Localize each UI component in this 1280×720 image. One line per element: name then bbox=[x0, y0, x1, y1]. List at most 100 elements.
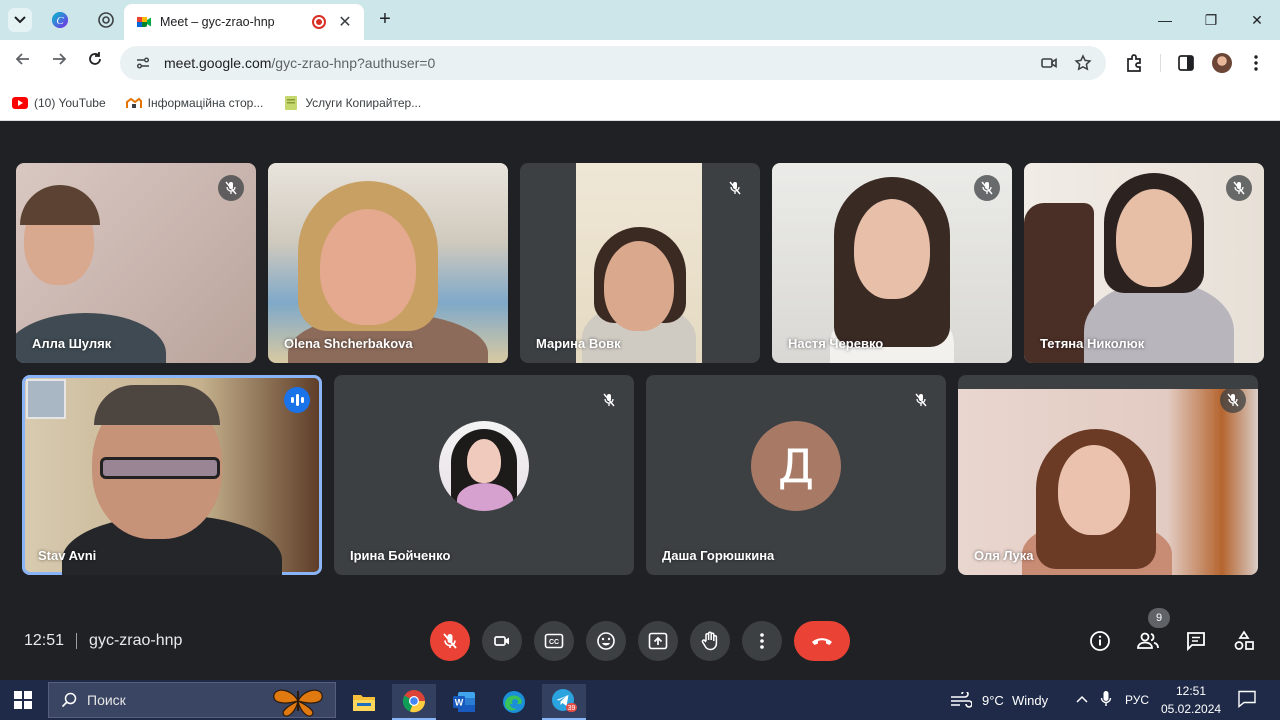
participant-letter-avatar: Д bbox=[751, 421, 841, 511]
tab-close-icon[interactable]: ✕ bbox=[336, 12, 354, 32]
word-icon: W bbox=[453, 692, 475, 712]
emoji-icon bbox=[597, 632, 615, 650]
mic-off-icon bbox=[908, 387, 934, 413]
browser-toolbar: meet.google.com/gyc-zrao-hnp?authuser=0 bbox=[0, 40, 1280, 86]
profile-avatar[interactable] bbox=[1212, 53, 1232, 73]
chevron-up-icon[interactable] bbox=[1076, 694, 1088, 704]
microphone-in-use-icon[interactable] bbox=[1100, 690, 1112, 708]
back-icon[interactable] bbox=[10, 50, 36, 76]
mic-off-icon bbox=[218, 175, 244, 201]
participant-name: Ірина Бойченко bbox=[350, 548, 451, 563]
input-language[interactable]: РУС bbox=[1125, 693, 1149, 707]
participant-name: Тетяна Николюк bbox=[1040, 336, 1145, 351]
new-tab-icon[interactable]: + bbox=[374, 8, 396, 30]
edge-icon bbox=[503, 691, 525, 713]
telegram-icon: 39 bbox=[552, 689, 577, 712]
url-text: meet.google.com/gyc-zrao-hnp?authuser=0 bbox=[164, 55, 1024, 71]
windows-start-icon[interactable] bbox=[14, 691, 32, 709]
address-bar[interactable]: meet.google.com/gyc-zrao-hnp?authuser=0 bbox=[120, 46, 1106, 80]
participant-face bbox=[854, 199, 930, 299]
svg-text:C: C bbox=[56, 15, 64, 27]
extensions-icon[interactable] bbox=[1124, 53, 1144, 73]
weather-condition[interactable]: Windy bbox=[1012, 693, 1048, 708]
page-icon bbox=[285, 96, 298, 110]
taskbar-chrome[interactable] bbox=[392, 684, 436, 720]
clock-date[interactable]: 05.02.2024 bbox=[1161, 702, 1221, 716]
bookmarks-bar: (10) YouTube Інформаційна стор... Услуги… bbox=[0, 86, 1280, 121]
participant-name: Алла Шуляк bbox=[32, 336, 112, 351]
reactions-button[interactable] bbox=[586, 621, 626, 661]
folder-icon bbox=[353, 695, 375, 711]
participant-tile[interactable]: Тетяна Николюк bbox=[1024, 163, 1264, 363]
window-close-icon[interactable]: ✕ bbox=[1242, 6, 1272, 34]
bookmark-copywriter[interactable]: Услуги Копирайтер... bbox=[283, 96, 421, 110]
taskbar-edge[interactable] bbox=[492, 684, 536, 720]
pinned-tab-canva[interactable]: C bbox=[48, 8, 72, 32]
butterfly-icon bbox=[273, 689, 323, 717]
participant-tile-active-speaker[interactable]: Stav Avni bbox=[22, 375, 322, 575]
google-meet-icon bbox=[137, 17, 151, 27]
activities-button[interactable] bbox=[1230, 627, 1258, 655]
videocam-icon bbox=[494, 636, 509, 646]
site-icon bbox=[125, 97, 142, 108]
telegram-badge: 39 bbox=[568, 705, 576, 712]
chrome-icon bbox=[402, 690, 426, 713]
side-panel-icon[interactable] bbox=[1176, 53, 1196, 73]
search-icon bbox=[61, 692, 77, 708]
canva-icon: C bbox=[52, 12, 68, 28]
pinned-tab-chatgpt[interactable] bbox=[94, 8, 118, 32]
captions-button[interactable]: CC bbox=[534, 621, 574, 661]
participant-tile[interactable]: Ірина Бойченко bbox=[334, 375, 634, 575]
participant-name: Настя Черевко bbox=[788, 336, 884, 351]
present-screen-button[interactable] bbox=[638, 621, 678, 661]
chat-button[interactable] bbox=[1182, 627, 1210, 655]
participant-tile[interactable]: Настя Черевко bbox=[772, 163, 1012, 363]
camera-in-use-icon[interactable] bbox=[1040, 54, 1058, 72]
reload-icon[interactable] bbox=[82, 50, 108, 76]
clock-time[interactable]: 12:51 bbox=[1176, 684, 1206, 698]
participant-tile[interactable]: Алла Шуляк bbox=[16, 163, 256, 363]
camera-toggle-button[interactable] bbox=[482, 621, 522, 661]
mic-toggle-button[interactable] bbox=[430, 621, 470, 661]
weather-temperature[interactable]: 9°C bbox=[982, 693, 1004, 708]
people-icon bbox=[1137, 632, 1159, 649]
bookmark-info-page[interactable]: Інформаційна стор... bbox=[125, 96, 263, 110]
forward-icon[interactable] bbox=[46, 50, 72, 76]
bookmark-label: (10) YouTube bbox=[34, 96, 106, 110]
svg-text:CC: CC bbox=[549, 639, 559, 646]
minimize-icon[interactable]: — bbox=[1150, 6, 1180, 34]
taskbar-search[interactable]: Поиск bbox=[48, 682, 336, 718]
bookmark-star-icon[interactable] bbox=[1074, 54, 1092, 72]
more-vert-icon[interactable] bbox=[1246, 53, 1266, 73]
meeting-info: 12:51 gyc-zrao-hnp bbox=[24, 630, 182, 652]
bookmark-youtube[interactable]: (10) YouTube bbox=[12, 96, 106, 110]
mic-off-icon bbox=[722, 175, 748, 201]
svg-text:W: W bbox=[455, 698, 464, 708]
chevron-down-icon bbox=[14, 16, 26, 24]
recording-indicator-icon bbox=[312, 15, 326, 29]
participant-tile[interactable]: Оля Лука bbox=[958, 375, 1258, 575]
people-button[interactable] bbox=[1134, 627, 1162, 655]
participant-avatar bbox=[439, 421, 529, 511]
youtube-icon bbox=[12, 97, 28, 109]
raise-hand-button[interactable] bbox=[690, 621, 730, 661]
site-settings-icon[interactable] bbox=[134, 54, 152, 72]
notifications-icon[interactable] bbox=[1238, 690, 1256, 708]
taskbar-telegram[interactable]: 39 bbox=[542, 684, 586, 720]
participant-tile[interactable]: Марина Вовк bbox=[520, 163, 760, 363]
participant-hair bbox=[94, 385, 220, 425]
wall-picture bbox=[26, 379, 66, 419]
participant-tile[interactable]: Д Даша Горюшкина bbox=[646, 375, 946, 575]
participant-tile[interactable]: Olena Shcherbakova bbox=[268, 163, 508, 363]
taskbar-word[interactable]: W bbox=[442, 684, 486, 720]
windows-taskbar: Поиск W 39 9°C Windy РУС 12:51 05.02.202… bbox=[0, 680, 1280, 720]
meeting-details-button[interactable] bbox=[1086, 627, 1114, 655]
restore-icon[interactable]: ❐ bbox=[1196, 6, 1226, 34]
more-options-button[interactable] bbox=[742, 621, 782, 661]
taskbar-file-explorer[interactable] bbox=[342, 684, 386, 720]
leave-call-button[interactable] bbox=[794, 621, 850, 661]
participant-name: Даша Горюшкина bbox=[662, 548, 775, 563]
mic-off-icon bbox=[974, 175, 1000, 201]
tab-search-button[interactable] bbox=[8, 8, 32, 32]
active-tab[interactable]: Meet – gyc-zrao-hnp ✕ bbox=[124, 4, 364, 40]
